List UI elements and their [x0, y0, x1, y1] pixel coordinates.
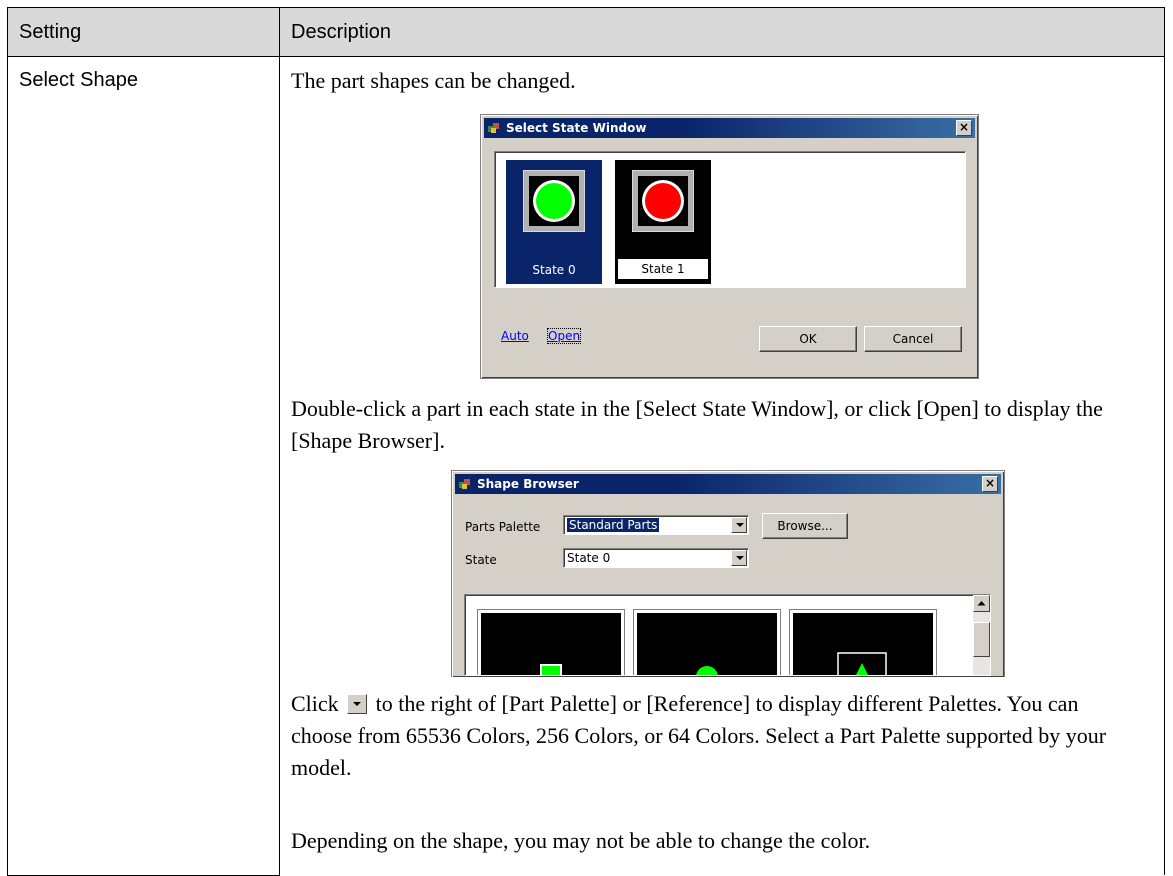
browse-button[interactable]: Browse...	[762, 513, 848, 539]
arrow-up-icon	[977, 601, 986, 606]
setting-name: Select Shape	[7, 56, 280, 876]
select-state-window: Select State Window × State 0 State 1 Au…	[480, 114, 979, 379]
select-state-title: Select State Window	[506, 121, 647, 135]
shape-browser-titlebar: Shape Browser ×	[455, 474, 1001, 494]
cancel-button[interactable]: Cancel	[864, 326, 962, 352]
table-row: Select Shape The part shapes can be chan…	[7, 56, 1165, 876]
table-header-row: Setting Description	[7, 7, 1165, 57]
state-list: State 0 State 1	[494, 151, 966, 288]
green-lamp-icon	[523, 170, 585, 232]
ok-button[interactable]: OK	[759, 326, 857, 352]
shape-list	[464, 594, 991, 676]
shape-browser-window: Shape Browser × Parts Palette Standard P…	[451, 470, 1005, 677]
round-lamp-icon	[696, 666, 718, 675]
chevron-down-icon[interactable]	[731, 517, 747, 533]
close-icon[interactable]: ×	[982, 476, 998, 492]
open-link[interactable]: Open	[546, 328, 582, 344]
red-lamp-icon	[632, 170, 694, 232]
state-tile-1[interactable]: State 1	[615, 160, 711, 284]
shape-thumbnail[interactable]	[477, 609, 625, 675]
header-setting: Setting	[7, 7, 280, 57]
shape-thumbnail[interactable]	[633, 609, 781, 675]
state-tile-0[interactable]: State 0	[506, 160, 602, 284]
select-state-titlebar: Select State Window ×	[484, 118, 975, 138]
desc-paragraph-3-end: to the right of [Part Palette] or [Refer…	[291, 691, 1107, 780]
desc-paragraph-3-start: Click	[291, 691, 339, 716]
state-select[interactable]: State 0	[563, 548, 749, 568]
parts-palette-value: Standard Parts	[565, 517, 661, 533]
app-icon	[488, 123, 499, 133]
vertical-scrollbar[interactable]	[973, 595, 990, 675]
square-lamp-icon	[540, 664, 562, 675]
desc-paragraph-4: Depending on the shape, you may not be a…	[291, 828, 871, 853]
chevron-down-icon[interactable]	[731, 550, 747, 566]
description-cell: The part shapes can be changed. Select S…	[279, 56, 1165, 875]
scroll-thumb[interactable]	[973, 622, 990, 657]
scroll-up-button[interactable]	[973, 595, 990, 612]
settings-table: Setting Description Select Shape The par…	[7, 7, 1165, 876]
desc-paragraph-2: Double-click a part in each state in the…	[291, 396, 1103, 453]
desc-paragraph-1: The part shapes can be changed.	[291, 68, 576, 93]
auto-link[interactable]: Auto	[501, 329, 529, 343]
close-icon[interactable]: ×	[956, 120, 972, 136]
state-value: State 0	[567, 551, 611, 565]
shape-browser-title: Shape Browser	[477, 477, 579, 491]
desc-paragraph-3: Click to the right of [Part Palette] or …	[291, 688, 1144, 784]
parts-palette-label: Parts Palette	[465, 520, 541, 534]
parts-palette-select[interactable]: Standard Parts	[563, 515, 749, 535]
app-icon	[459, 479, 470, 489]
state-label: State	[465, 553, 497, 567]
header-description: Description	[279, 7, 1165, 57]
state-label: State 1	[617, 258, 709, 280]
state-label: State 0	[532, 263, 576, 277]
dropdown-arrow-icon	[347, 694, 368, 714]
page: Setting Description Select Shape The par…	[0, 0, 1173, 876]
triangle-lamp-icon	[837, 652, 887, 675]
shape-thumbnail[interactable]	[789, 609, 937, 675]
